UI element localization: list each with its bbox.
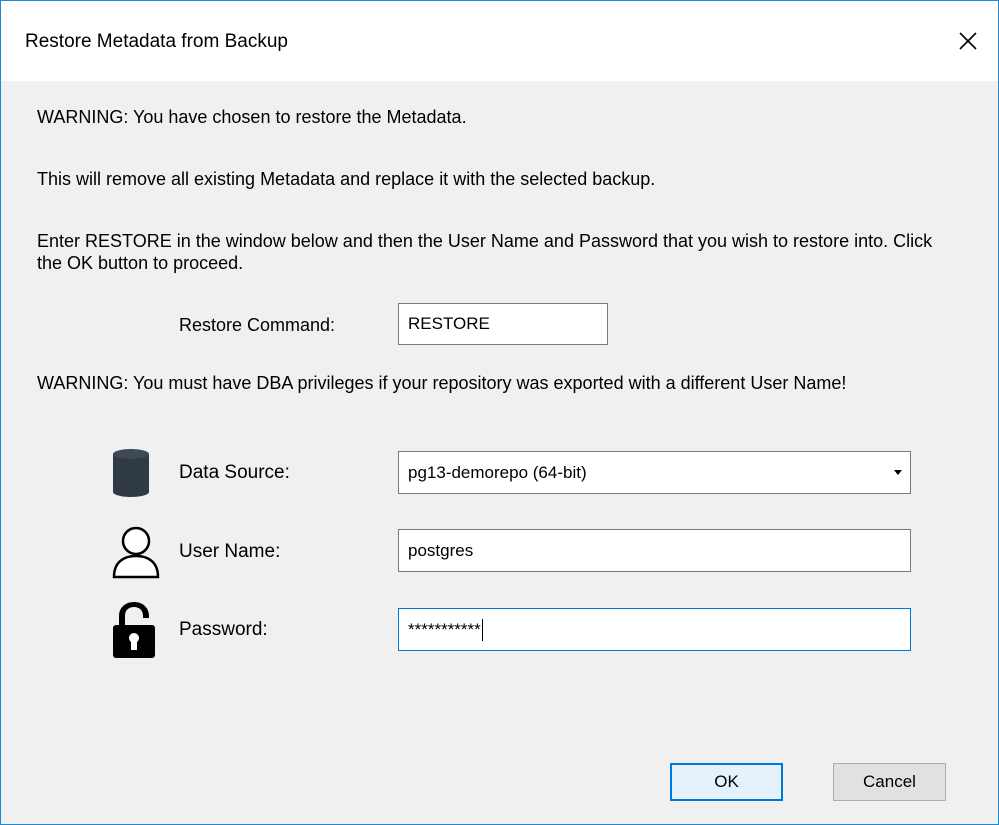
user-name-label: User Name: — [179, 541, 281, 562]
database-icon — [113, 449, 149, 497]
restore-command-input[interactable]: RESTORE — [398, 303, 608, 345]
password-value: *********** — [408, 619, 481, 639]
data-source-select[interactable]: pg13-demorepo (64-bit) — [398, 451, 911, 494]
close-icon — [959, 32, 977, 50]
remove-notice-text: This will remove all existing Metadata a… — [37, 169, 656, 189]
title-bar: Restore Metadata from Backup — [1, 1, 998, 81]
user-name-value: postgres — [408, 540, 474, 560]
chevron-down-icon — [894, 470, 902, 475]
restore-dialog: Restore Metadata from Backup WARNING: Yo… — [0, 0, 999, 825]
ok-button[interactable]: OK — [670, 763, 783, 801]
instructions-text: Enter RESTORE in the window below and th… — [37, 231, 933, 273]
dba-warning-text: WARNING: You must have DBA privileges if… — [37, 373, 847, 393]
password-label: Password: — [179, 619, 268, 640]
cancel-button[interactable]: Cancel — [833, 763, 946, 801]
data-source-label: Data Source: — [179, 462, 290, 483]
user-icon — [112, 526, 160, 579]
data-source-value: pg13-demorepo (64-bit) — [408, 462, 587, 482]
window-title: Restore Metadata from Backup — [25, 31, 288, 52]
restore-command-value: RESTORE — [408, 314, 490, 333]
close-button[interactable] — [938, 1, 998, 81]
password-input[interactable]: *********** — [398, 608, 911, 651]
user-name-input[interactable]: postgres — [398, 529, 911, 572]
text-cursor — [481, 618, 483, 641]
restore-command-label: Restore Command: — [179, 315, 336, 335]
unlocked-padlock-icon — [113, 602, 155, 658]
restore-warning-text: WARNING: You have chosen to restore the … — [37, 107, 467, 127]
